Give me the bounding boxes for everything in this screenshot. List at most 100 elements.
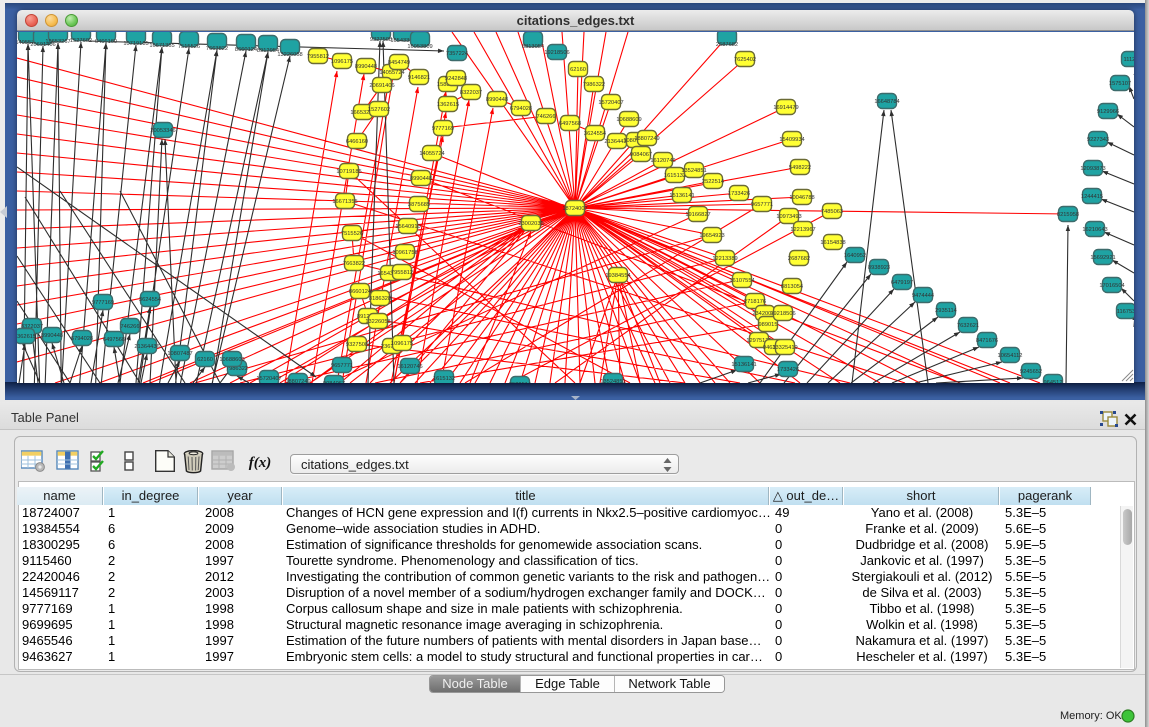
svg-text:10688609: 10688609	[616, 117, 641, 123]
svg-text:8813054: 8813054	[781, 284, 803, 290]
svg-text:16671355: 16671355	[149, 43, 174, 49]
svg-text:19166827: 19166827	[685, 212, 710, 218]
svg-text:7663822: 7663822	[206, 46, 228, 52]
svg-text:1244415: 1244415	[1081, 194, 1103, 200]
svg-text:7955812: 7955812	[391, 270, 413, 276]
svg-text:6497568: 6497568	[103, 337, 125, 343]
svg-text:16120746: 16120746	[397, 364, 422, 370]
svg-text:9146821: 9146821	[408, 75, 430, 81]
svg-text:11123: 11123	[1124, 57, 1134, 63]
svg-text:7955812: 7955812	[307, 54, 329, 60]
svg-text:7515526: 7515526	[341, 231, 363, 237]
svg-text:6466160: 6466160	[95, 39, 117, 45]
svg-text:989015: 989015	[759, 322, 778, 328]
svg-text:1527602: 1527602	[368, 107, 390, 113]
svg-text:8215958: 8215958	[1057, 212, 1079, 218]
svg-text:8322037: 8322037	[460, 90, 482, 96]
svg-text:3624554: 3624554	[139, 297, 161, 303]
svg-text:13325419: 13325419	[772, 345, 797, 351]
svg-text:18724007: 18724007	[562, 206, 587, 212]
svg-text:9084067: 9084067	[323, 381, 345, 383]
svg-text:116753: 116753	[1117, 309, 1134, 315]
svg-text:10961758: 10961758	[392, 250, 417, 256]
svg-text:746266: 746266	[537, 114, 556, 120]
svg-text:2718176: 2718176	[744, 299, 766, 305]
svg-text:19654923: 19654923	[699, 233, 724, 239]
svg-text:20053346: 20053346	[150, 128, 175, 134]
svg-text:12093873: 12093873	[1080, 166, 1105, 172]
svg-text:2687682: 2687682	[716, 42, 738, 48]
svg-text:1640952: 1640952	[844, 253, 866, 259]
svg-text:7625402: 7625402	[734, 57, 756, 63]
svg-text:7663822: 7663822	[343, 261, 365, 267]
svg-text:16053809: 16053809	[407, 44, 432, 50]
svg-text:16653267: 16653267	[45, 39, 70, 45]
svg-text:19218506: 19218506	[770, 311, 795, 317]
svg-text:1575107: 1575107	[1109, 81, 1131, 87]
svg-text:9242848: 9242848	[445, 76, 467, 82]
svg-text:8660124: 8660124	[235, 47, 257, 53]
svg-text:2522514: 2522514	[509, 382, 531, 383]
svg-text:10973493: 10973493	[776, 214, 801, 220]
svg-text:9657771: 9657771	[751, 202, 773, 208]
svg-text:10719185: 10719185	[123, 41, 148, 47]
svg-text:964512: 964512	[1044, 380, 1063, 383]
svg-text:10654112: 10654112	[998, 353, 1023, 359]
svg-text:9327508: 9327508	[346, 342, 368, 348]
svg-text:9474444: 9474444	[912, 293, 934, 299]
svg-text:8912954: 8912954	[257, 48, 279, 54]
svg-text:6466160: 6466160	[346, 139, 368, 145]
svg-text:8990448: 8990448	[41, 333, 63, 339]
svg-text:19218506: 19218506	[544, 50, 569, 56]
svg-text:10046788: 10046788	[789, 195, 814, 201]
svg-text:8990448: 8990448	[355, 64, 377, 70]
svg-text:13524851: 13524851	[600, 379, 625, 383]
svg-text:19384554: 19384554	[605, 273, 630, 279]
svg-text:8454749: 8454749	[388, 60, 410, 66]
svg-text:21364436: 21364436	[134, 344, 159, 350]
svg-text:15640910: 15640910	[395, 224, 420, 230]
svg-text:9084067: 9084067	[630, 152, 652, 158]
svg-text:8990448: 8990448	[410, 176, 432, 182]
svg-text:1362615: 1362615	[17, 334, 36, 340]
svg-text:8938923: 8938923	[868, 265, 890, 271]
svg-text:13226058: 13226058	[277, 52, 302, 58]
svg-text:2687682: 2687682	[788, 256, 810, 262]
svg-text:3875685: 3875685	[408, 202, 430, 208]
svg-text:16107554: 16107554	[729, 278, 754, 284]
svg-text:15409934: 15409934	[779, 137, 804, 143]
svg-text:62160: 62160	[197, 357, 213, 363]
svg-text:20691406: 20691406	[369, 83, 394, 89]
svg-text:3624554: 3624554	[584, 131, 606, 137]
svg-text:9227343: 9227343	[1087, 137, 1109, 143]
svg-text:1733426: 1733426	[728, 191, 750, 197]
svg-text:62160: 62160	[570, 67, 586, 73]
svg-text:f(x): f(x)	[249, 455, 272, 471]
svg-text:15136141: 15136141	[669, 193, 694, 199]
svg-text:8660124: 8660124	[349, 289, 371, 295]
svg-text:14055724: 14055724	[419, 151, 444, 157]
svg-text:9657771: 9657771	[331, 363, 353, 369]
svg-text:1733426: 1733426	[777, 367, 799, 373]
svg-text:15720407: 15720407	[598, 100, 623, 106]
svg-text:16210643: 16210643	[1082, 227, 1107, 233]
svg-text:13524851: 13524851	[681, 168, 706, 174]
svg-text:6794028: 6794028	[510, 106, 532, 112]
svg-text:9777169: 9777169	[92, 300, 114, 306]
svg-text:7515526: 7515526	[178, 44, 200, 50]
svg-text:7632621: 7632621	[957, 323, 979, 329]
svg-text:12213967: 12213967	[790, 227, 815, 233]
svg-text:6794028: 6794028	[71, 336, 93, 342]
svg-text:746266: 746266	[121, 324, 140, 330]
svg-text:15720407: 15720407	[256, 376, 281, 382]
svg-text:1527602: 1527602	[70, 38, 92, 44]
svg-text:16154838: 16154838	[820, 240, 845, 246]
svg-text:6497568: 6497568	[559, 121, 581, 127]
svg-text:8813054: 8813054	[522, 44, 544, 50]
svg-text:7986322: 7986322	[583, 82, 605, 88]
svg-text:1096175: 1096175	[391, 341, 413, 347]
svg-text:1615132: 1615132	[433, 376, 455, 382]
svg-text:16648784: 16648784	[874, 99, 899, 105]
svg-text:12213389: 12213389	[712, 256, 737, 262]
svg-text:15692921: 15692921	[1090, 255, 1115, 261]
